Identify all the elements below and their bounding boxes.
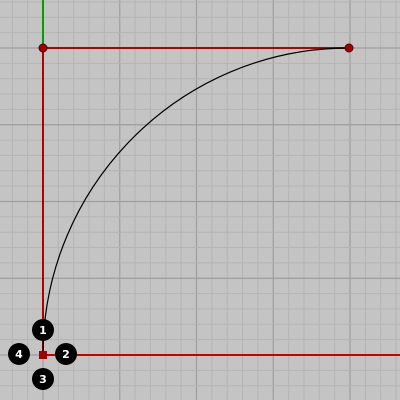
origin-point[interactable] (39, 351, 47, 359)
snap-marker-2[interactable]: 2 (55, 343, 77, 365)
control-point-end[interactable] (344, 43, 354, 53)
snap-marker-label: 3 (39, 373, 47, 386)
snap-marker-3[interactable]: 3 (32, 368, 54, 390)
snap-marker-1[interactable]: 1 (32, 319, 54, 341)
snap-marker-4[interactable]: 4 (8, 343, 30, 365)
snap-marker-label: 4 (15, 348, 23, 361)
snap-marker-label: 2 (62, 348, 70, 361)
viewport-canvas[interactable]: 1 2 3 4 (0, 0, 400, 400)
control-point-corner[interactable] (38, 43, 48, 53)
modeling-viewport[interactable]: 1 2 3 4 (0, 0, 400, 400)
snap-marker-label: 1 (39, 324, 47, 337)
construction-grid (0, 0, 400, 400)
